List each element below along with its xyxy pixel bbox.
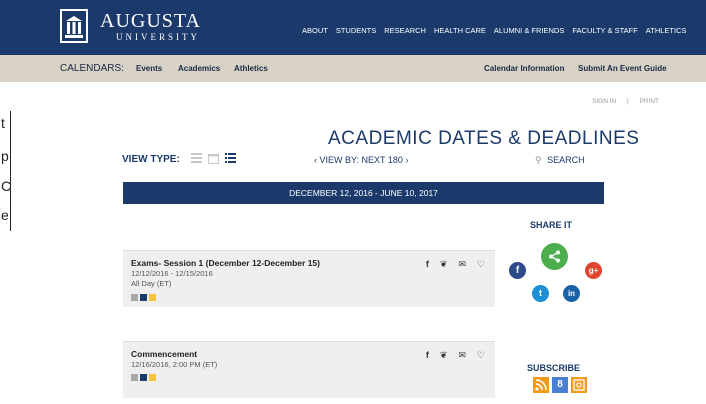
category-swatch-gold: [149, 294, 156, 301]
date-range-bar: DECEMBER 12, 2016 - JUNE 10, 2017: [123, 182, 604, 204]
nav-health-care[interactable]: HEALTH CARE: [434, 26, 486, 35]
nav-athletics[interactable]: ATHLETICS: [646, 26, 687, 35]
email-icon[interactable]: ✉: [458, 350, 466, 361]
fragment-char-4: e: [1, 207, 9, 223]
nav-students[interactable]: STUDENTS: [336, 26, 376, 35]
page-title: ACADEMIC DATES & DEADLINES: [328, 128, 640, 149]
main-nav: ABOUT STUDENTS RESEARCH HEALTH CARE ALUM…: [302, 26, 695, 35]
top-navigation-bar: AUGUSTA UNIVERSITY ABOUT STUDENTS RESEAR…: [0, 0, 706, 55]
google-calendar-icon[interactable]: 8: [552, 377, 568, 393]
share-icon[interactable]: [541, 243, 568, 270]
calendars-label: CALENDARS:: [60, 63, 124, 74]
nav-alumni-friends[interactable]: ALUMNI & FRIENDS: [494, 26, 564, 35]
event-dates: 12/12/2016 - 12/15/2016: [131, 269, 213, 278]
category-swatch-gray: [131, 294, 138, 301]
facebook-share-icon[interactable]: f: [509, 262, 526, 279]
fragment-char-3: C: [1, 178, 12, 194]
event-title[interactable]: Exams- Session 1 (December 12-December 1…: [131, 258, 320, 268]
event-dates: 12/16/2016, 2:00 PM (ET): [131, 360, 218, 369]
view-by-selector[interactable]: ‹ VIEW BY: NEXT 180 ›: [314, 155, 408, 165]
view-type-label: VIEW TYPE:: [122, 154, 180, 165]
university-logo-icon[interactable]: [60, 9, 88, 45]
subscribe-heading: SUBSCRIBE: [527, 363, 581, 373]
google-plus-share-icon[interactable]: g+: [585, 262, 602, 279]
subnav-events[interactable]: Events: [136, 64, 162, 73]
search-icon: ⚲: [535, 155, 542, 165]
subnav-calendar-information[interactable]: Calendar Information: [484, 64, 564, 73]
brand-name: AUGUSTA: [100, 10, 201, 32]
share-it-heading: SHARE IT: [530, 220, 573, 230]
category-swatch-gray: [131, 374, 138, 381]
linkedin-share-icon[interactable]: in: [563, 285, 580, 302]
twitter-icon[interactable]: ❦: [440, 350, 448, 361]
twitter-icon[interactable]: ❦: [440, 259, 448, 270]
outlook-calendar-icon[interactable]: [571, 377, 587, 393]
rss-feed-icon[interactable]: [533, 377, 549, 393]
category-swatch-gold: [149, 374, 156, 381]
nav-research[interactable]: RESEARCH: [384, 26, 426, 35]
sign-in-link[interactable]: SIGN IN: [592, 98, 616, 105]
utility-separator: |: [627, 98, 629, 105]
twitter-share-icon[interactable]: t: [532, 285, 549, 302]
nav-about[interactable]: ABOUT: [302, 26, 328, 35]
utility-links: SIGN IN | PRINT: [592, 98, 659, 105]
search-label: SEARCH: [547, 155, 585, 165]
event-time: All Day (ET): [131, 279, 172, 288]
favorite-heart-icon[interactable]: ♡: [477, 259, 485, 270]
subnav-academics[interactable]: Academics: [178, 64, 220, 73]
overlapping-window-fragment: t p C e: [0, 111, 11, 231]
category-swatch-navy: [140, 294, 147, 301]
nav-faculty-staff[interactable]: FACULTY & STAFF: [572, 26, 637, 35]
subnav-submit-event-guide[interactable]: Submit An Event Guide: [578, 64, 667, 73]
email-icon[interactable]: ✉: [458, 259, 466, 270]
print-link[interactable]: PRINT: [640, 98, 660, 105]
facebook-icon[interactable]: f: [426, 350, 429, 361]
calendars-subnav: CALENDARS: Events Academics Athletics Ca…: [0, 55, 706, 82]
facebook-icon[interactable]: f: [426, 259, 429, 270]
fragment-char-1: t: [1, 115, 5, 131]
brand-subtitle: UNIVERSITY: [116, 32, 200, 42]
event-item[interactable]: Exams- Session 1 (December 12-December 1…: [123, 250, 495, 307]
favorite-heart-icon[interactable]: ♡: [477, 350, 485, 361]
event-actions: f ❦ ✉ ♡: [426, 350, 485, 361]
subnav-athletics[interactable]: Athletics: [234, 64, 268, 73]
search-button[interactable]: ⚲ SEARCH: [535, 155, 585, 166]
brand-wordmark[interactable]: AUGUSTA UNIVERSITY: [100, 11, 201, 43]
fragment-char-2: p: [1, 148, 9, 164]
calendar-view-icon[interactable]: [208, 153, 219, 167]
event-item[interactable]: Commencement 12/16/2016, 2:00 PM (ET) f …: [123, 341, 495, 398]
event-actions: f ❦ ✉ ♡: [426, 259, 485, 270]
list-view-icon[interactable]: [191, 153, 202, 166]
event-title[interactable]: Commencement: [131, 349, 197, 359]
detailed-list-view-icon[interactable]: [225, 153, 236, 166]
category-swatch-navy: [140, 374, 147, 381]
